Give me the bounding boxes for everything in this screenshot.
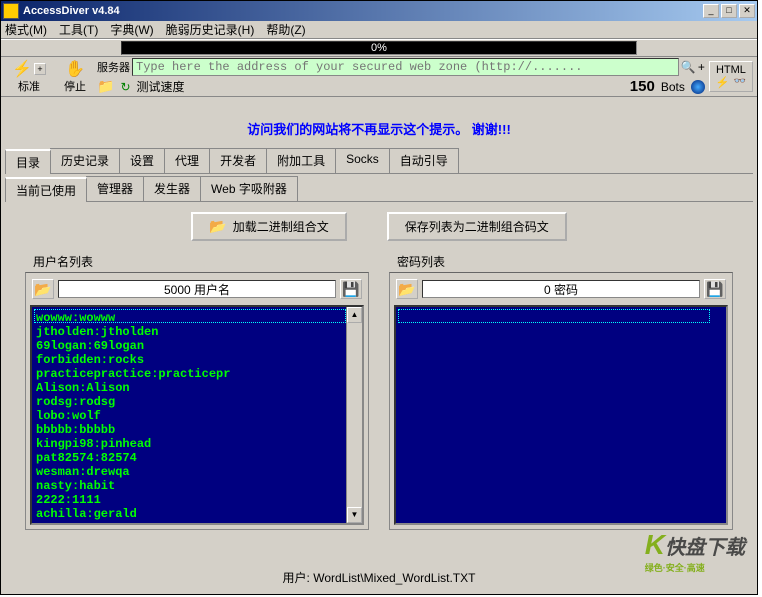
plus2-icon[interactable]: + — [698, 60, 705, 74]
tab-proxy[interactable]: 代理 — [164, 148, 210, 173]
scroll-down-button[interactable]: ▼ — [347, 507, 362, 523]
bots-value: 150 — [630, 78, 655, 95]
html-label: HTML — [716, 64, 746, 76]
stop-button[interactable]: ✋ 停止 — [57, 57, 93, 97]
tab-autoguide[interactable]: 自动引导 — [389, 148, 459, 173]
userlist-group: 用户名列表 📂 5000 用户名 💾 wowww:wowww jtholden:… — [25, 251, 369, 530]
address-input[interactable] — [132, 58, 679, 76]
passlist-save-button[interactable]: 💾 — [704, 279, 726, 299]
menu-dict[interactable]: 字典(W) — [110, 21, 153, 38]
lightning2-icon: ⚡ — [716, 76, 730, 89]
scroll-up-button[interactable]: ▲ — [347, 307, 362, 323]
subtab-generator[interactable]: 发生器 — [143, 176, 201, 201]
menu-tools[interactable]: 工具(T) — [59, 21, 98, 38]
userlist-content[interactable]: wowww:wowww jtholden:jtholden 69logan:69… — [32, 307, 362, 525]
load-combo-label: 加载二进制组合文 — [233, 218, 329, 235]
tabs-sub: 当前已使用 管理器 发生器 Web 字吸附器 — [5, 176, 753, 202]
save2-icon: 💾 — [706, 281, 723, 298]
progress-bar: 0% — [121, 41, 637, 55]
subtab-manager[interactable]: 管理器 — [86, 176, 144, 201]
close-button[interactable]: ✕ — [739, 4, 755, 18]
stop-icon: ✋ — [65, 60, 85, 78]
userlist-open-button[interactable]: 📂 — [32, 279, 54, 299]
watermark: K快盘下载 绿色·安全·高速 — [645, 529, 745, 574]
passlist-title: 密码列表 — [389, 251, 733, 272]
userlist-selection — [34, 309, 346, 323]
status-user-value: WordList\Mixed_WordList.TXT — [313, 571, 475, 585]
menu-help[interactable]: 帮助(Z) — [266, 21, 305, 38]
userlist-scrollbar[interactable]: ▲ ▼ — [346, 307, 362, 523]
minimize-button[interactable]: _ — [703, 4, 719, 18]
passlist-selection — [398, 309, 710, 323]
tab-directory[interactable]: 目录 — [5, 149, 51, 174]
standard-button[interactable]: ⚡+ 标准 — [5, 57, 53, 97]
userlist-count: 5000 用户名 — [58, 280, 336, 298]
tabs-main: 目录 历史记录 设置 代理 开发者 附加工具 Socks 自动引导 — [5, 148, 753, 174]
watermark-logo: K — [645, 529, 665, 560]
folder-icon[interactable]: 📁 — [97, 78, 114, 95]
watermark-sub: 绿色·安全·高速 — [645, 561, 745, 574]
save-combo-button[interactable]: 保存列表为二进制组合码文 — [387, 212, 567, 241]
notice-text: 访问我们的网站将不再显示这个提示。 谢谢!!! — [5, 101, 753, 148]
menubar: 模式(M) 工具(T) 字典(W) 脆弱历史记录(H) 帮助(Z) — [1, 21, 757, 39]
subtab-webgrabber[interactable]: Web 字吸附器 — [200, 176, 298, 201]
menu-history[interactable]: 脆弱历史记录(H) — [166, 21, 255, 38]
userlist-area[interactable]: wowww:wowww jtholden:jtholden 69logan:69… — [30, 305, 364, 525]
tab-socks[interactable]: Socks — [335, 148, 390, 173]
binoculars-icon: 👓 — [734, 76, 746, 89]
titlebar[interactable]: AccessDiver v4.84 _ □ ✕ — [1, 1, 757, 21]
menu-mode[interactable]: 模式(M) — [5, 21, 47, 38]
plus-icon: + — [34, 63, 46, 75]
globe-icon[interactable] — [691, 80, 705, 94]
passlist-open-button[interactable]: 📂 — [396, 279, 418, 299]
passlist-area[interactable] — [394, 305, 728, 525]
load-combo-button[interactable]: 📂 加载二进制组合文 — [191, 212, 346, 241]
folder2-icon: 📂 — [209, 218, 226, 235]
userlist-title: 用户名列表 — [25, 251, 369, 272]
passlist-group: 密码列表 📂 0 密码 💾 — [389, 251, 733, 530]
maximize-button[interactable]: □ — [721, 4, 737, 18]
html-button[interactable]: HTML ⚡ 👓 — [709, 61, 753, 92]
window-title: AccessDiver v4.84 — [23, 5, 703, 17]
tab-history[interactable]: 历史记录 — [50, 148, 120, 173]
server-label: 服务器 — [97, 59, 130, 75]
bots-label: Bots — [661, 80, 685, 94]
search-icon[interactable]: 🔍 — [681, 60, 696, 74]
status-user-label: 用户: — [283, 571, 310, 585]
refresh-icon[interactable]: ↻ — [120, 80, 130, 94]
folder4-icon: 📂 — [398, 281, 415, 298]
save-combo-label: 保存列表为二进制组合码文 — [405, 218, 549, 235]
statusbar: 用户: WordList\Mixed_WordList.TXT — [1, 565, 757, 590]
tab-addons[interactable]: 附加工具 — [266, 148, 336, 173]
tab-settings[interactable]: 设置 — [119, 148, 165, 173]
stop-label: 停止 — [64, 78, 86, 94]
progress-bar-row: 0% — [1, 39, 757, 57]
standard-label: 标准 — [18, 78, 40, 94]
lightning-icon: ⚡ — [12, 60, 32, 78]
app-icon — [3, 3, 19, 19]
subtab-current[interactable]: 当前已使用 — [5, 177, 87, 202]
progress-percent: 0% — [371, 42, 387, 54]
userlist-save-button[interactable]: 💾 — [340, 279, 362, 299]
save-icon: 💾 — [342, 281, 359, 298]
folder3-icon: 📂 — [34, 281, 51, 298]
toolbar-main: ⚡+ 标准 ✋ 停止 服务器 🔍 + 📁 ↻ 测试速度 150 — [1, 57, 757, 97]
test-speed-label[interactable]: 测试速度 — [137, 78, 185, 95]
tab-developer[interactable]: 开发者 — [209, 148, 267, 173]
passlist-count: 0 密码 — [422, 280, 700, 298]
watermark-text: 快盘下载 — [665, 537, 745, 559]
